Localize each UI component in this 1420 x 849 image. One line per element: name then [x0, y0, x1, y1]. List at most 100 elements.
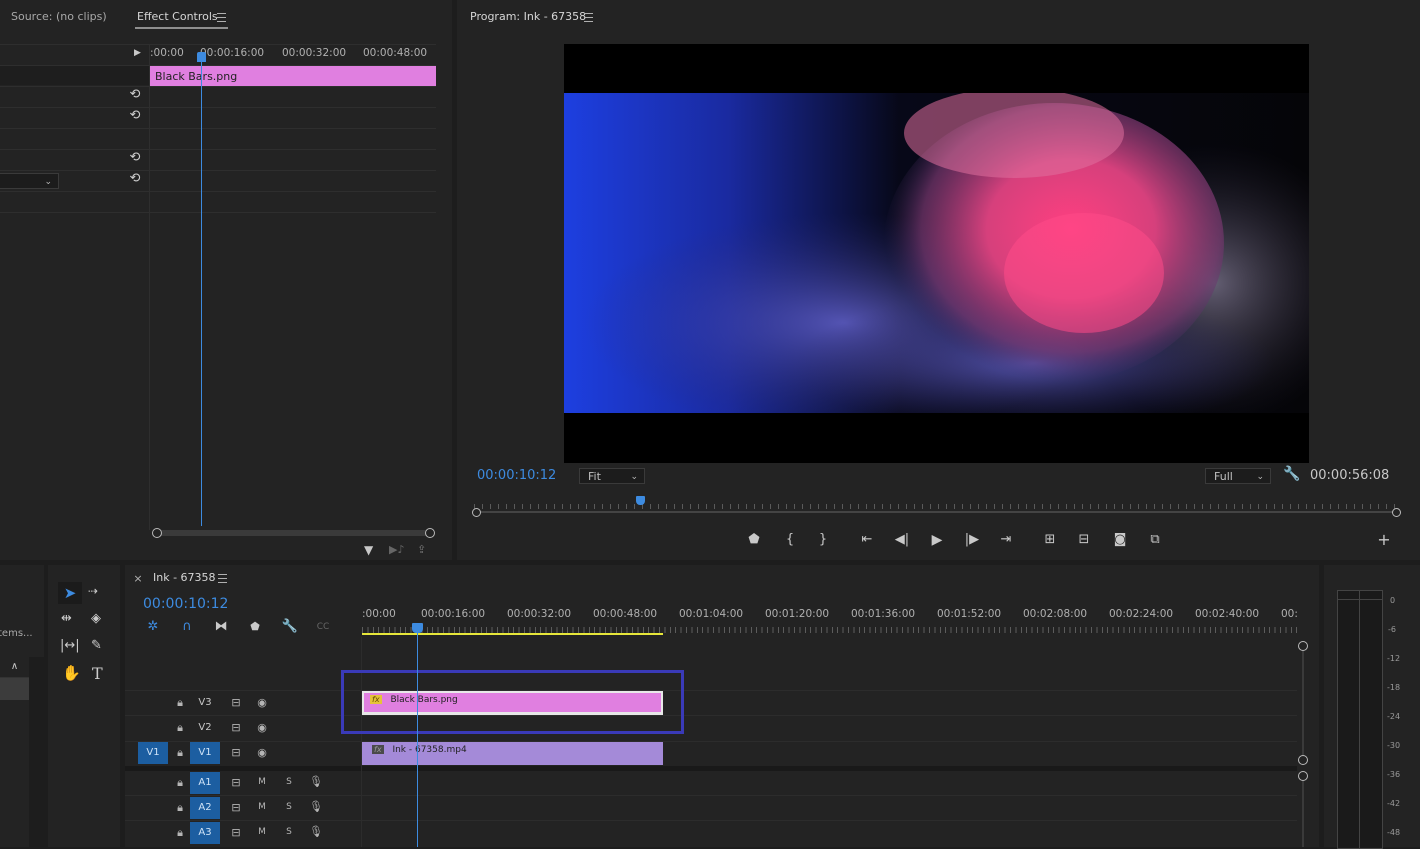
add-button-icon[interactable]: + [1374, 532, 1394, 548]
ripple-edit-tool-icon[interactable]: ⇹ [61, 611, 72, 626]
lock-icon[interactable]: 🔒︎ [173, 696, 187, 710]
tab-program[interactable]: Program: Ink - 67358 [470, 10, 586, 23]
razor-tool-icon[interactable]: ◈ [91, 611, 101, 626]
panel-menu-icon[interactable] [217, 13, 226, 22]
lock-icon[interactable]: 🔒︎ [173, 826, 187, 840]
mute-button[interactable]: M [255, 777, 269, 787]
nest-sequence-icon[interactable]: ✲ [143, 619, 163, 635]
sync-lock-icon[interactable]: ⊟ [229, 826, 243, 839]
timeline-ruler[interactable]: :00:00 00:00:16:00 00:00:32:00 00:00:48:… [362, 605, 1298, 637]
track-target-a3[interactable]: A3 [190, 822, 220, 844]
track-target-v2[interactable]: V2 [190, 717, 220, 739]
go-to-in-icon[interactable]: ⇤ [857, 532, 877, 548]
source-patch-v1[interactable]: V1 [138, 742, 168, 764]
expand-arrow-icon[interactable]: ▶ [134, 48, 141, 58]
solo-button[interactable]: S [282, 827, 296, 837]
mute-button[interactable]: M [255, 827, 269, 837]
close-icon[interactable]: × [131, 572, 145, 585]
ec-zoom-scrollbar[interactable] [155, 530, 431, 536]
hand-tool-icon[interactable]: ✋ [62, 664, 81, 682]
sync-lock-icon[interactable]: ⊟ [229, 746, 243, 759]
clip-ink-video[interactable]: fx Ink - 67358.mp4 [362, 742, 663, 765]
scroll-handle-top[interactable] [1298, 771, 1308, 781]
tab-effect-controls[interactable]: Effect Controls [137, 10, 218, 23]
program-current-time[interactable]: 00:00:10:12 [477, 468, 556, 483]
track-target-a2[interactable]: A2 [190, 797, 220, 819]
extract-icon[interactable]: ⊟ [1074, 532, 1094, 548]
selection-tool-icon[interactable]: ➤ [58, 582, 82, 604]
mark-in-icon[interactable]: { [780, 532, 800, 548]
scroll-handle-top[interactable] [1298, 641, 1308, 651]
collapse-up-icon[interactable]: ∧ [0, 657, 29, 678]
eye-icon[interactable]: ◉ [255, 746, 269, 759]
reset-icon[interactable]: ⟲ [128, 108, 142, 123]
sync-lock-icon[interactable]: ⊟ [229, 696, 243, 709]
comparison-view-icon[interactable]: ⧉ [1145, 532, 1165, 548]
work-area-bar[interactable] [362, 633, 663, 635]
microphone-icon[interactable]: 🎙︎ [309, 825, 323, 838]
scroll-handle-right[interactable] [425, 528, 435, 538]
track-target-v3[interactable]: V3 [190, 692, 220, 714]
project-item-selected[interactable] [0, 678, 29, 700]
pen-tool-icon[interactable]: ✎ [91, 638, 102, 653]
lock-icon[interactable]: 🔒︎ [173, 801, 187, 815]
program-scrub-bar[interactable] [472, 496, 1401, 517]
lock-icon[interactable]: 🔒︎ [173, 721, 187, 735]
scroll-handle-right[interactable] [1392, 508, 1401, 517]
program-playhead[interactable] [636, 496, 646, 505]
track-select-tool-icon[interactable]: ⇢ [88, 584, 98, 598]
panel-menu-icon[interactable] [584, 13, 593, 22]
timeline-current-time[interactable]: 00:00:10:12 [143, 596, 228, 612]
project-scrollbar[interactable] [29, 657, 44, 847]
timeline-settings-wrench-icon[interactable]: 🔧 [280, 619, 300, 635]
sync-lock-icon[interactable]: ⊟ [229, 801, 243, 814]
mark-out-icon[interactable]: } [813, 532, 833, 548]
reset-icon[interactable]: ⟲ [128, 150, 142, 165]
filter-icon[interactable]: ▼ [364, 543, 373, 557]
scroll-handle-left[interactable] [472, 508, 481, 517]
linked-selection-icon[interactable]: ⧓ [211, 619, 231, 635]
mute-button[interactable]: M [255, 802, 269, 812]
snap-magnet-icon[interactable]: ∩ [177, 619, 197, 635]
play-icon[interactable]: ▶ [927, 532, 947, 548]
add-marker-icon[interactable]: ⬟ [744, 532, 764, 548]
tab-source[interactable]: Source: (no clips) [11, 10, 107, 23]
video-tracks-scrollbar[interactable] [1302, 645, 1304, 760]
video-audio-separator[interactable] [125, 766, 1297, 771]
export-icon[interactable]: ⇪ [417, 543, 426, 556]
reset-icon[interactable]: ⟲ [128, 171, 142, 186]
scroll-handle-left[interactable] [152, 528, 162, 538]
ec-clip-bar[interactable]: Black Bars.png [150, 66, 436, 86]
sequence-tab[interactable]: Ink - 67358 [153, 571, 216, 584]
solo-button[interactable]: S [282, 777, 296, 787]
audio-only-icon[interactable]: ▶♪ [389, 543, 404, 556]
wrench-icon[interactable]: 🔧 [1283, 466, 1300, 482]
lock-icon[interactable]: 🔒︎ [173, 746, 187, 760]
audio-tracks-scrollbar[interactable] [1302, 777, 1304, 847]
step-forward-icon[interactable]: |▶ [962, 532, 982, 548]
microphone-icon[interactable]: 🎙︎ [309, 800, 323, 813]
lift-icon[interactable]: ⊞ [1040, 532, 1060, 548]
step-back-icon[interactable]: ◀| [892, 532, 912, 548]
solo-button[interactable]: S [282, 802, 296, 812]
program-video-frame[interactable] [564, 44, 1309, 463]
track-target-a1[interactable]: A1 [190, 772, 220, 794]
eye-icon[interactable]: ◉ [255, 721, 269, 734]
blend-mode-dropdown[interactable]: ⌄ [0, 173, 59, 189]
type-tool-icon[interactable]: T [92, 664, 103, 683]
fit-dropdown[interactable]: Fit ⌄ [579, 468, 645, 484]
resolution-dropdown[interactable]: Full ⌄ [1205, 468, 1271, 484]
track-target-v1[interactable]: V1 [190, 742, 220, 764]
camera-icon[interactable]: ◙ [1110, 532, 1130, 548]
add-marker-icon[interactable]: ⬟ [245, 619, 265, 635]
eye-icon[interactable]: ◉ [255, 696, 269, 709]
panel-menu-icon[interactable] [218, 574, 227, 583]
sync-lock-icon[interactable]: ⊟ [229, 721, 243, 734]
captions-icon[interactable]: CC [313, 619, 333, 635]
lock-icon[interactable]: 🔒︎ [173, 776, 187, 790]
reset-icon[interactable]: ⟲ [128, 87, 142, 102]
slip-tool-icon[interactable]: |↔| [60, 638, 80, 653]
scroll-handle-bottom[interactable] [1298, 755, 1308, 765]
sync-lock-icon[interactable]: ⊟ [229, 776, 243, 789]
microphone-icon[interactable]: 🎙︎ [309, 775, 323, 788]
